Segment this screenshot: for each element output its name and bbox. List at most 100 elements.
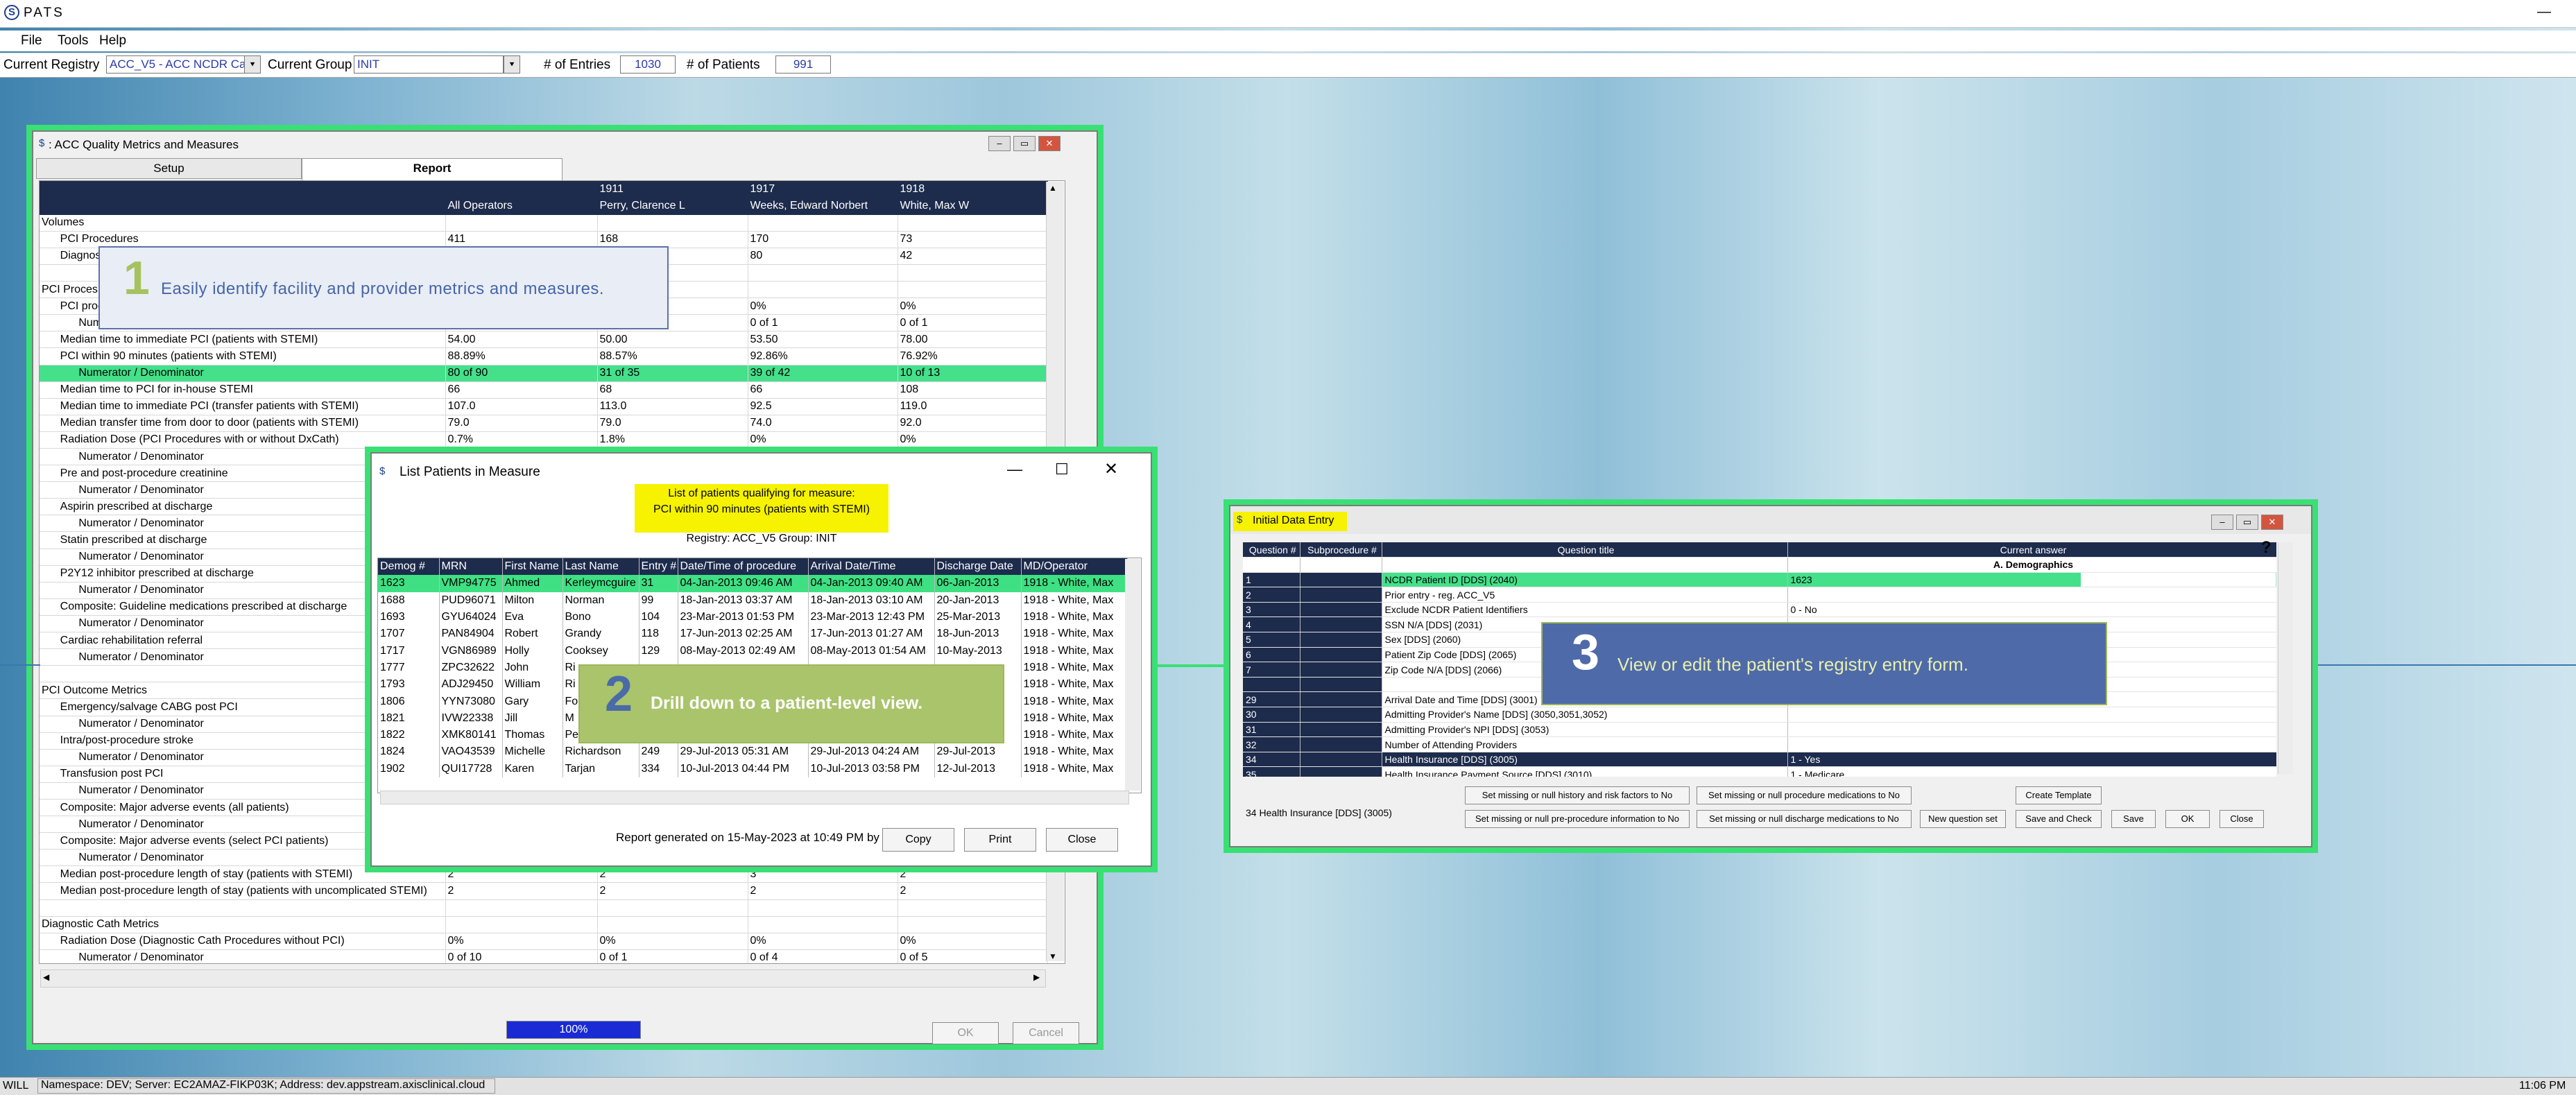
minimize-icon[interactable]: — [2537, 4, 2551, 20]
table-row[interactable]: 1717 VGN86989 Holly Cooksey 129 08-May-2013 0… [378, 642, 1128, 659]
table-cell: VAO43539 [439, 743, 503, 761]
table-cell: Admitting Provider's Name [DDS] (3050,30… [1382, 707, 1788, 723]
tab-report[interactable]: Report [302, 158, 563, 180]
table-header-row[interactable]: Question # Subprocedure # Question title Cu… [1243, 542, 2276, 558]
table-row[interactable]: 30 Admitting Provider's Name [DDS] (3050,… [1243, 707, 2276, 723]
maximize-icon[interactable]: ▭ [2236, 515, 2258, 530]
scroll-up-icon[interactable]: ▲ [1049, 183, 1057, 193]
table-row[interactable]: PCI within 90 minutes (patients with STE… [40, 347, 1048, 365]
table-row[interactable]: 31 Admitting Provider's NPI [DDS] (3053) [1243, 722, 2276, 738]
current-registry-field[interactable]: ACC_V5 - ACC NCDR Cat [106, 55, 245, 74]
tab-setup[interactable]: Setup [36, 158, 302, 179]
table-header-row[interactable]: Demog # MRN First Name Last Name Entry # Date… [378, 558, 1128, 576]
help-icon[interactable]: ? [2261, 538, 2272, 558]
table-row[interactable] [40, 899, 1048, 917]
close-button[interactable]: Close [1046, 828, 1118, 852]
table-cell: 1918 - White, Max [1021, 709, 1128, 727]
current-group-field[interactable]: INIT [354, 55, 504, 74]
table-row[interactable]: 1707 PAN84904 Robert Grandy 118 17-Jun-2013 0… [378, 626, 1128, 643]
group-dropdown-icon[interactable]: ⯆ [504, 55, 520, 74]
minimize-icon[interactable]: — [1007, 460, 1022, 478]
table-row[interactable]: 34 Health Insurance [DDS] (3005) 1 - Yes [1243, 752, 2276, 768]
minimize-icon[interactable]: – [2211, 515, 2233, 530]
table-cell [1300, 707, 1382, 723]
menu-help[interactable]: Help [99, 33, 126, 49]
table-cell [1300, 691, 1382, 708]
patients-vertical-scrollbar[interactable] [1125, 559, 1140, 791]
table-header-row[interactable]: 1911 1917 1918 [40, 181, 1048, 198]
table-cell: Current answer [1787, 542, 2276, 558]
table-cell: Median post-procedure length of stay (pa… [40, 865, 446, 883]
close-button[interactable]: Close [2219, 810, 2264, 828]
table-row[interactable]: Median time to immediate PCI (transfer p… [40, 398, 1048, 415]
table-cell: 2 [898, 865, 1048, 883]
create-template-button[interactable]: Create Template [2016, 786, 2102, 804]
table-row[interactable]: 35 Health Insurance Payment Source [DDS] … [1243, 766, 2276, 777]
table-row[interactable]: Diagnostic Cath Metrics [40, 916, 1048, 933]
table-row[interactable]: 2 Prior entry - reg. ACC_V5 [1243, 587, 2276, 603]
section-row[interactable]: A. Demographics [1243, 557, 2276, 573]
cancel-button[interactable]: Cancel [1013, 1022, 1079, 1044]
new-question-set-button[interactable]: New question set [1920, 810, 2006, 828]
table-row[interactable]: Numerator / Denominator 80 of 90 31 of 35 3… [40, 365, 1048, 382]
table-cell: 79.0 [597, 415, 748, 432]
table-cell: ZPC32622 [439, 659, 503, 677]
table-row[interactable]: 1693 GYU64024 Eva Bono 104 23-Mar-2013 01:53 … [378, 608, 1128, 626]
print-button[interactable]: Print [964, 828, 1036, 852]
table-row[interactable]: 1902 QUI17728 Karen Tarjan 334 10-Jul-2013 04… [378, 760, 1128, 777]
table-row[interactable]: Numerator / Denominator 0 of 10 0 of 10 of… [40, 949, 1048, 963]
table-cell [445, 916, 598, 933]
minimize-icon[interactable]: – [988, 136, 1011, 151]
close-icon[interactable]: ✕ [1038, 136, 1061, 151]
ide-vertical-scrollbar[interactable] [2278, 542, 2293, 774]
save-button[interactable]: Save [2111, 810, 2156, 828]
copy-button[interactable]: Copy [882, 828, 954, 852]
ok-button[interactable]: OK [2165, 810, 2210, 828]
registry-dropdown-icon[interactable]: ⯆ [244, 55, 261, 74]
table-row[interactable]: 3 Exclude NCDR Patient Identifiers 0 - No [1243, 602, 2276, 618]
table-row[interactable]: Median transfer time from door to door (… [40, 415, 1048, 432]
table-row[interactable]: PCI Procedures 411 168 170 73 [40, 231, 1048, 248]
table-cell: 39 of 42 [748, 365, 898, 382]
table-cell: Subprocedure # [1300, 542, 1382, 558]
save-and-check-button[interactable]: Save and Check [2016, 810, 2102, 828]
scroll-down-icon[interactable]: ▼ [1049, 951, 1057, 961]
ok-button[interactable]: OK [932, 1022, 999, 1044]
table-row[interactable]: Median post-procedure length of stay (pa… [40, 882, 1048, 900]
table-row[interactable]: 1688 PUD96071 Milton Norman 99 18-Jan-2013 03… [378, 592, 1128, 609]
patients-horizontal-scrollbar[interactable] [380, 791, 1129, 804]
scroll-right-icon[interactable]: ▶ [1033, 972, 1040, 982]
table-cell: 0% [748, 933, 898, 950]
set-missing-discharge-meds-button[interactable]: Set missing or null discharge medication… [1697, 810, 1912, 828]
scroll-left-icon[interactable]: ◀ [43, 972, 49, 982]
table-row[interactable]: 32 Number of Attending Providers [1243, 736, 2276, 752]
table-row[interactable]: Median time to PCI for in-house STEMI 66 6… [40, 381, 1048, 399]
menu-tools[interactable]: Tools [58, 33, 88, 49]
set-missing-preprocedure-button[interactable]: Set missing or null pre-procedure inform… [1465, 810, 1690, 828]
table-row[interactable]: Median time to immediate PCI (patients w… [40, 331, 1048, 349]
set-missing-history-button[interactable]: Set missing or null history and risk fac… [1465, 786, 1690, 804]
table-cell: 1918 - White, Max [1021, 743, 1128, 761]
close-icon[interactable]: ✕ [1104, 459, 1118, 479]
status-user: WILL [3, 1080, 29, 1092]
table-cell: Norman [563, 592, 639, 609]
ide-title-bar [1230, 506, 2311, 534]
table-row[interactable]: 1824 VAO43539 Michelle Richardson 249 29-Jul-… [378, 743, 1128, 761]
table-row[interactable]: 1 NCDR Patient ID [DDS] (2040) 1623 [1243, 572, 2276, 588]
table-cell: 06-Jan-2013 [934, 575, 1022, 592]
table-cell: 107.0 [445, 398, 598, 415]
table-row[interactable]: 1623 VMP94775 Ahmed Kerleymcguire 31 04-Jan-2… [378, 575, 1128, 592]
table-row[interactable]: Radiation Dose (Diagnostic Cath Procedur… [40, 933, 1048, 950]
table-cell: 411 [445, 231, 598, 248]
table-header-row[interactable]: All Operators Perry, Clarence L Weeks, Edw… [40, 198, 1048, 215]
table-row[interactable]: Volumes [40, 214, 1048, 232]
set-missing-procedure-meds-button[interactable]: Set missing or null procedure medication… [1697, 786, 1912, 804]
menu-file[interactable]: File [21, 33, 42, 49]
table-cell [748, 214, 898, 232]
close-icon[interactable]: ✕ [2261, 515, 2283, 530]
maximize-icon[interactable]: ▭ [1013, 136, 1036, 151]
table-row[interactable]: Median post-procedure length of stay (pa… [40, 865, 1048, 883]
table-row[interactable]: Radiation Dose (PCI Procedures with or w… [40, 431, 1048, 449]
horizontal-scrollbar[interactable] [40, 969, 1046, 988]
maximize-icon[interactable]: ☐ [1055, 460, 1069, 478]
